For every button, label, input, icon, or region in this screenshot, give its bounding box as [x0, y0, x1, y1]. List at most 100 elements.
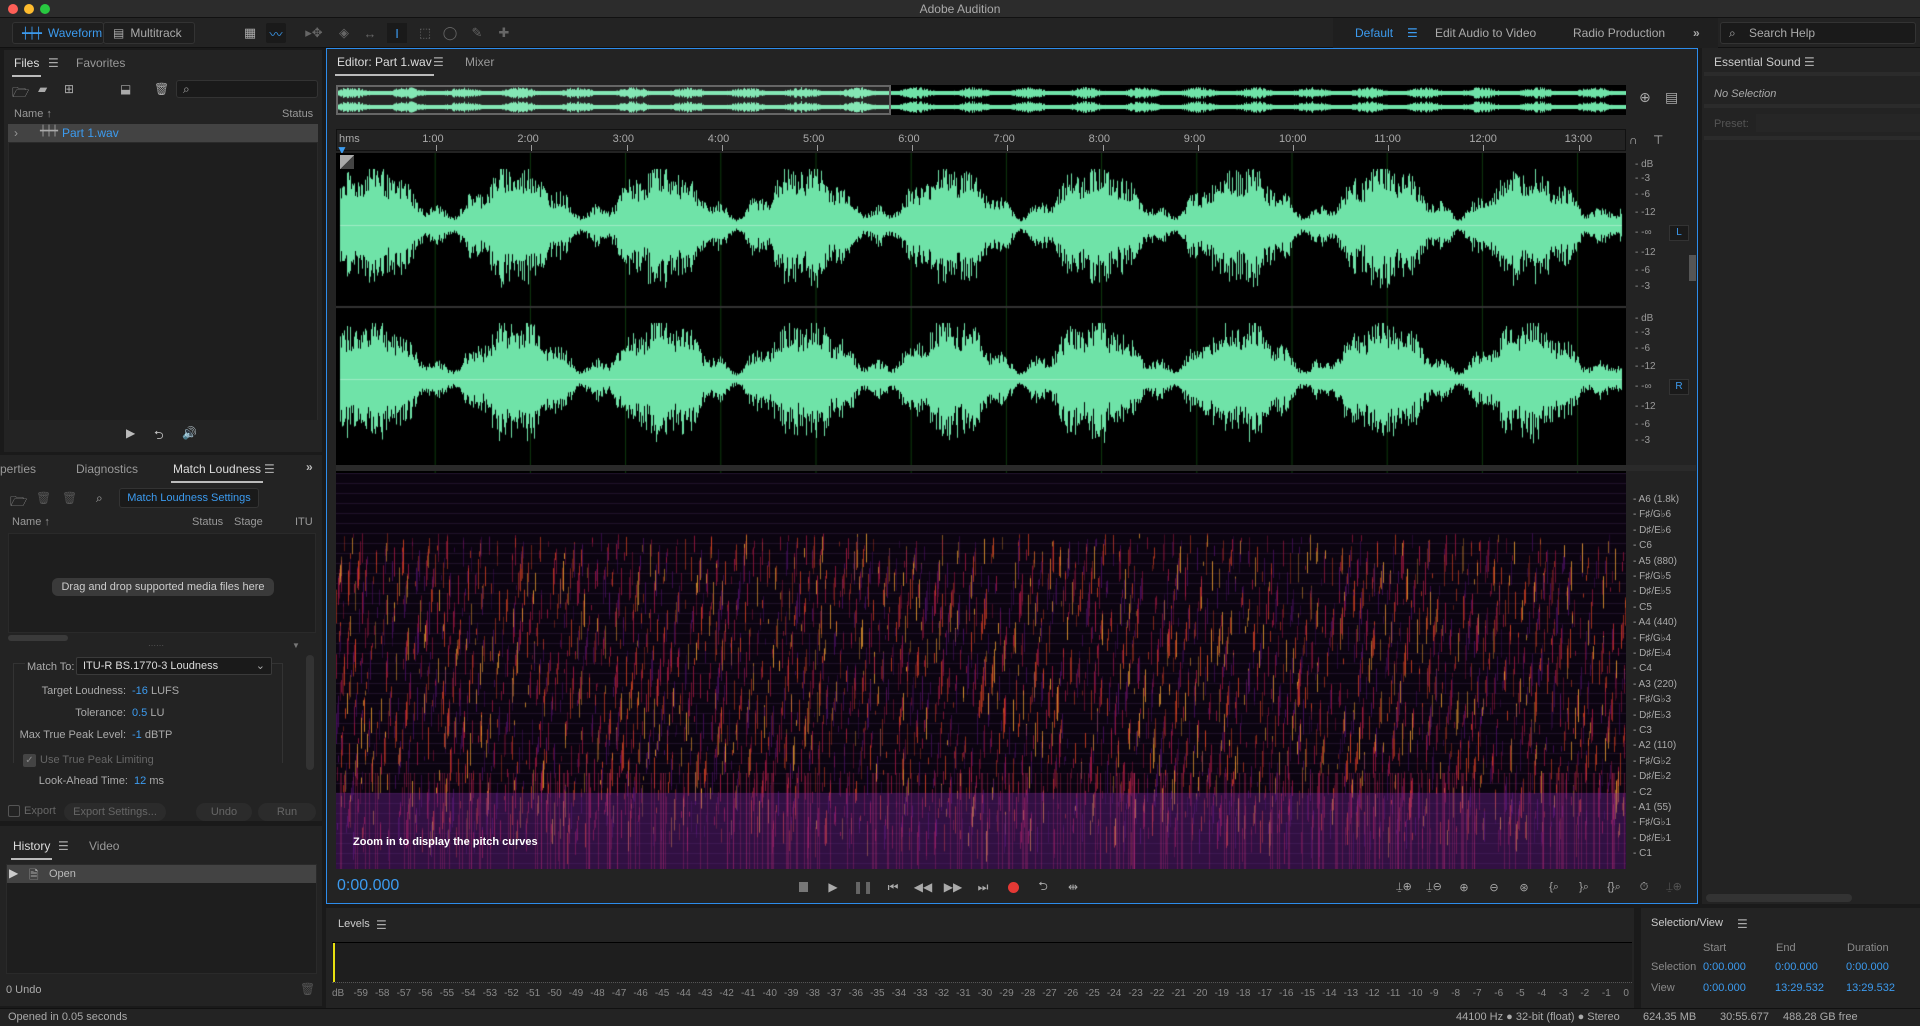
go-to-end-button[interactable]: ⏭: [972, 878, 994, 896]
itu-column-header[interactable]: ITU: [295, 516, 313, 528]
loop-icon[interactable]: ⮌: [154, 426, 164, 447]
pin-icon[interactable]: ⊤: [1653, 133, 1663, 147]
spectral-divider[interactable]: [336, 465, 1696, 471]
zoom-in-time-button[interactable]: ⊕: [1452, 878, 1476, 896]
overview-navigator[interactable]: [336, 85, 1626, 115]
tab-favorites[interactable]: Favorites: [76, 56, 125, 70]
files-search-input[interactable]: ⌕: [176, 80, 318, 98]
multitrack-mode-button[interactable]: ▤ Multitrack: [103, 22, 195, 44]
scan-loudness-icon[interactable]: ⌕: [96, 491, 103, 506]
name-column-header[interactable]: Name ↑: [14, 108, 52, 120]
zoom-to-selection-start-button[interactable]: {⌕: [1542, 878, 1566, 896]
tolerance-field[interactable]: 0.5 LU: [132, 707, 164, 719]
slip-tool-icon[interactable]: ↔: [360, 23, 380, 43]
time-ruler[interactable]: hms 1:00 2:00 3:00 4:00 5:00 6:00 7:00 8:00 9:00…: [336, 129, 1626, 151]
show-hide-spectral-icon[interactable]: ▤: [1665, 89, 1678, 106]
export-checkbox[interactable]: [8, 805, 20, 817]
fade-in-handle[interactable]: [340, 155, 354, 169]
essential-sound-menu-icon[interactable]: ☰: [1804, 55, 1815, 69]
files-menu-icon[interactable]: ☰: [48, 56, 59, 70]
remove-all-icon[interactable]: 🗑: [62, 491, 77, 505]
spectral-pitch-display[interactable]: Zoom in to display the pitch curves: [336, 473, 1626, 869]
tab-history[interactable]: History: [10, 839, 53, 860]
delete-history-icon[interactable]: 🗑: [300, 982, 315, 996]
record-button[interactable]: [1002, 878, 1024, 896]
view-duration[interactable]: 13:29.532: [1846, 982, 1895, 994]
marquee-selection-tool-icon[interactable]: ⬚: [415, 23, 435, 43]
overview-view-window[interactable]: [336, 85, 891, 115]
zoom-to-time-button[interactable]: ⏱: [1632, 878, 1656, 896]
waveform-mode-button[interactable]: ┿┿┿ Waveform: [12, 22, 104, 44]
loop-playback-button[interactable]: ⮌: [1032, 878, 1054, 896]
selection-start[interactable]: 0:00.000: [1703, 961, 1746, 973]
rewind-button[interactable]: ◀◀: [912, 878, 934, 896]
use-true-peak-checkbox[interactable]: ✓: [23, 754, 36, 767]
levels-menu-icon[interactable]: ☰: [376, 918, 387, 932]
tab-mixer[interactable]: Mixer: [465, 55, 494, 69]
tab-diagnostics[interactable]: Diagnostics: [76, 462, 138, 476]
search-help-input[interactable]: ⌕ Search Help: [1720, 22, 1916, 44]
play-button[interactable]: ▶: [822, 878, 844, 896]
workspace-radio-production[interactable]: Radio Production: [1573, 18, 1665, 48]
expand-chevron-icon[interactable]: ›: [14, 126, 18, 140]
lookahead-field[interactable]: 12 ms: [134, 775, 164, 787]
collapse-icon[interactable]: ▼: [292, 641, 300, 650]
move-tool-icon[interactable]: ▸✥: [304, 23, 324, 43]
zoom-in-amplitude-button[interactable]: ⍊⊕: [1392, 878, 1416, 896]
auto-play-icon[interactable]: 🔊: [182, 426, 197, 440]
tab-video[interactable]: Video: [89, 839, 119, 853]
history-menu-icon[interactable]: ☰: [58, 839, 69, 853]
editor-menu-icon[interactable]: ☰: [433, 55, 444, 69]
new-file-icon[interactable]: ⊞: [64, 82, 74, 96]
run-button[interactable]: Run: [258, 803, 316, 821]
stop-button[interactable]: [792, 878, 814, 896]
pause-button[interactable]: ❚❚: [852, 878, 874, 896]
status-column-header[interactable]: Status: [192, 516, 223, 528]
selection-end[interactable]: 0:00.000: [1775, 961, 1818, 973]
zoom-to-selection-button[interactable]: {}⌕: [1602, 878, 1626, 896]
resize-handle[interactable]: ⋯⋯: [148, 641, 164, 650]
open-folder-icon[interactable]: 🗁: [10, 491, 27, 515]
close-window-button[interactable]: [8, 4, 18, 14]
waveform-display-icon[interactable]: 〰: [266, 23, 286, 43]
match-loudness-menu-icon[interactable]: ☰: [264, 462, 275, 476]
import-file-icon[interactable]: ▰: [38, 82, 47, 96]
view-end[interactable]: 13:29.532: [1775, 982, 1824, 994]
preset-dropdown[interactable]: [1756, 114, 1920, 132]
match-loudness-settings-button[interactable]: Match Loudness Settings: [119, 488, 259, 508]
play-icon[interactable]: ▶: [126, 426, 135, 440]
name-column-header[interactable]: Name ↑: [12, 516, 50, 528]
channel-left-toggle[interactable]: L: [1669, 225, 1689, 241]
paintbrush-selection-tool-icon[interactable]: ✎: [467, 23, 487, 43]
selection-view-menu-icon[interactable]: ☰: [1737, 917, 1748, 931]
zoom-out-amplitude-button[interactable]: ⍊⊖: [1422, 878, 1446, 896]
spot-healing-brush-icon[interactable]: ✚: [494, 23, 514, 43]
minimize-window-button[interactable]: [24, 4, 34, 14]
zoom-out-full-button[interactable]: ⊛: [1512, 878, 1536, 896]
zoom-window-button[interactable]: [40, 4, 50, 14]
channel-right-toggle[interactable]: R: [1669, 379, 1689, 395]
more-workspaces-button[interactable]: »: [1693, 18, 1700, 48]
open-file-icon[interactable]: 🗁: [12, 82, 29, 106]
vertical-zoom-scrollbar[interactable]: [1689, 255, 1696, 281]
status-column-header[interactable]: Status: [282, 108, 313, 120]
time-selection-tool-icon[interactable]: I: [387, 23, 407, 43]
workspace-edit-audio-to-video[interactable]: Edit Audio to Video: [1435, 18, 1536, 48]
export-settings-button[interactable]: Export Settings...: [64, 803, 166, 821]
current-time-display[interactable]: 0:00.000: [337, 877, 399, 895]
waveform-display[interactable]: [336, 153, 1626, 513]
insert-into-multitrack-icon[interactable]: ⬓: [120, 82, 131, 96]
snap-icon[interactable]: ∩: [1629, 133, 1638, 147]
horizontal-scrollbar[interactable]: [8, 635, 68, 641]
go-to-start-button[interactable]: ⏮: [882, 878, 904, 896]
razor-tool-icon[interactable]: ◈: [334, 23, 354, 43]
file-row[interactable]: › ┿┿┿ Part 1.wav: [8, 124, 318, 142]
target-loudness-field[interactable]: -16 LUFS: [132, 685, 179, 697]
tab-properties[interactable]: perties: [0, 462, 36, 476]
workspace-menu-icon[interactable]: ☰: [1407, 18, 1418, 48]
match-to-dropdown[interactable]: ITU-R BS.1770-3 Loudness ⌄: [76, 657, 272, 675]
view-start[interactable]: 0:00.000: [1703, 982, 1746, 994]
tab-files[interactable]: Files: [11, 56, 42, 77]
max-true-peak-field[interactable]: -1 dBTP: [132, 729, 172, 741]
selection-duration[interactable]: 0:00.000: [1846, 961, 1889, 973]
